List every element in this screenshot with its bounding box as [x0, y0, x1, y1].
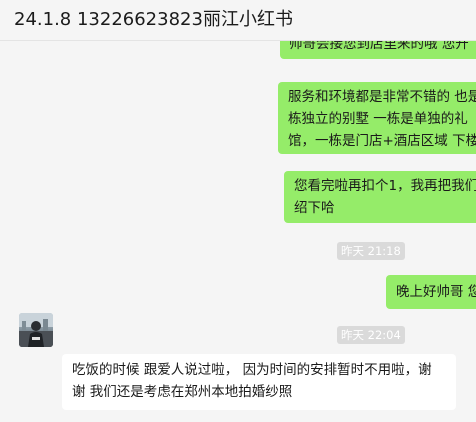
timestamp: 昨天 22:04	[337, 326, 405, 344]
message-text: 栋独立的别墅 一栋是单独的礼	[288, 111, 468, 127]
message-text: 帅哥会接您到店里来的哦 您开	[289, 41, 469, 52]
message-incoming[interactable]: 吃饭的时候 跟爱人说过啦， 因为时间的安排暂时不用啦，谢 谢 我们还是考虑在郑州…	[62, 354, 456, 410]
timestamp: 昨天 21:18	[337, 242, 405, 260]
message-text: 谢 我们还是考虑在郑州本地拍婚纱照	[72, 384, 293, 400]
message-outgoing[interactable]: 晚上好帅哥 您	[386, 275, 476, 309]
message-text: 您看完啦再扣个1，我再把我们	[294, 178, 476, 194]
chat-title: 24.1.8 13226623823丽江小红书	[14, 9, 293, 30]
message-outgoing[interactable]: 帅哥会接您到店里来的哦 您开	[280, 41, 476, 59]
contact-avatar[interactable]	[19, 313, 53, 347]
chat-header: 24.1.8 13226623823丽江小红书	[0, 0, 476, 41]
message-outgoing[interactable]: 您看完啦再扣个1，我再把我们 绍下哈	[284, 171, 476, 223]
message-text: 晚上好帅哥 您	[396, 284, 476, 300]
message-text: 服务和环境都是非常不错的 也是	[288, 89, 476, 105]
message-text: 馆，一栋是门店+酒店区域 下楼	[288, 133, 476, 149]
message-outgoing[interactable]: 服务和环境都是非常不错的 也是 栋独立的别墅 一栋是单独的礼 馆，一栋是门店+酒…	[278, 82, 476, 154]
message-text: 绍下哈	[294, 200, 335, 216]
message-text: 吃饭的时候 跟爱人说过啦， 因为时间的安排暂时不用啦，谢	[72, 362, 432, 378]
avatar-image	[19, 313, 53, 347]
